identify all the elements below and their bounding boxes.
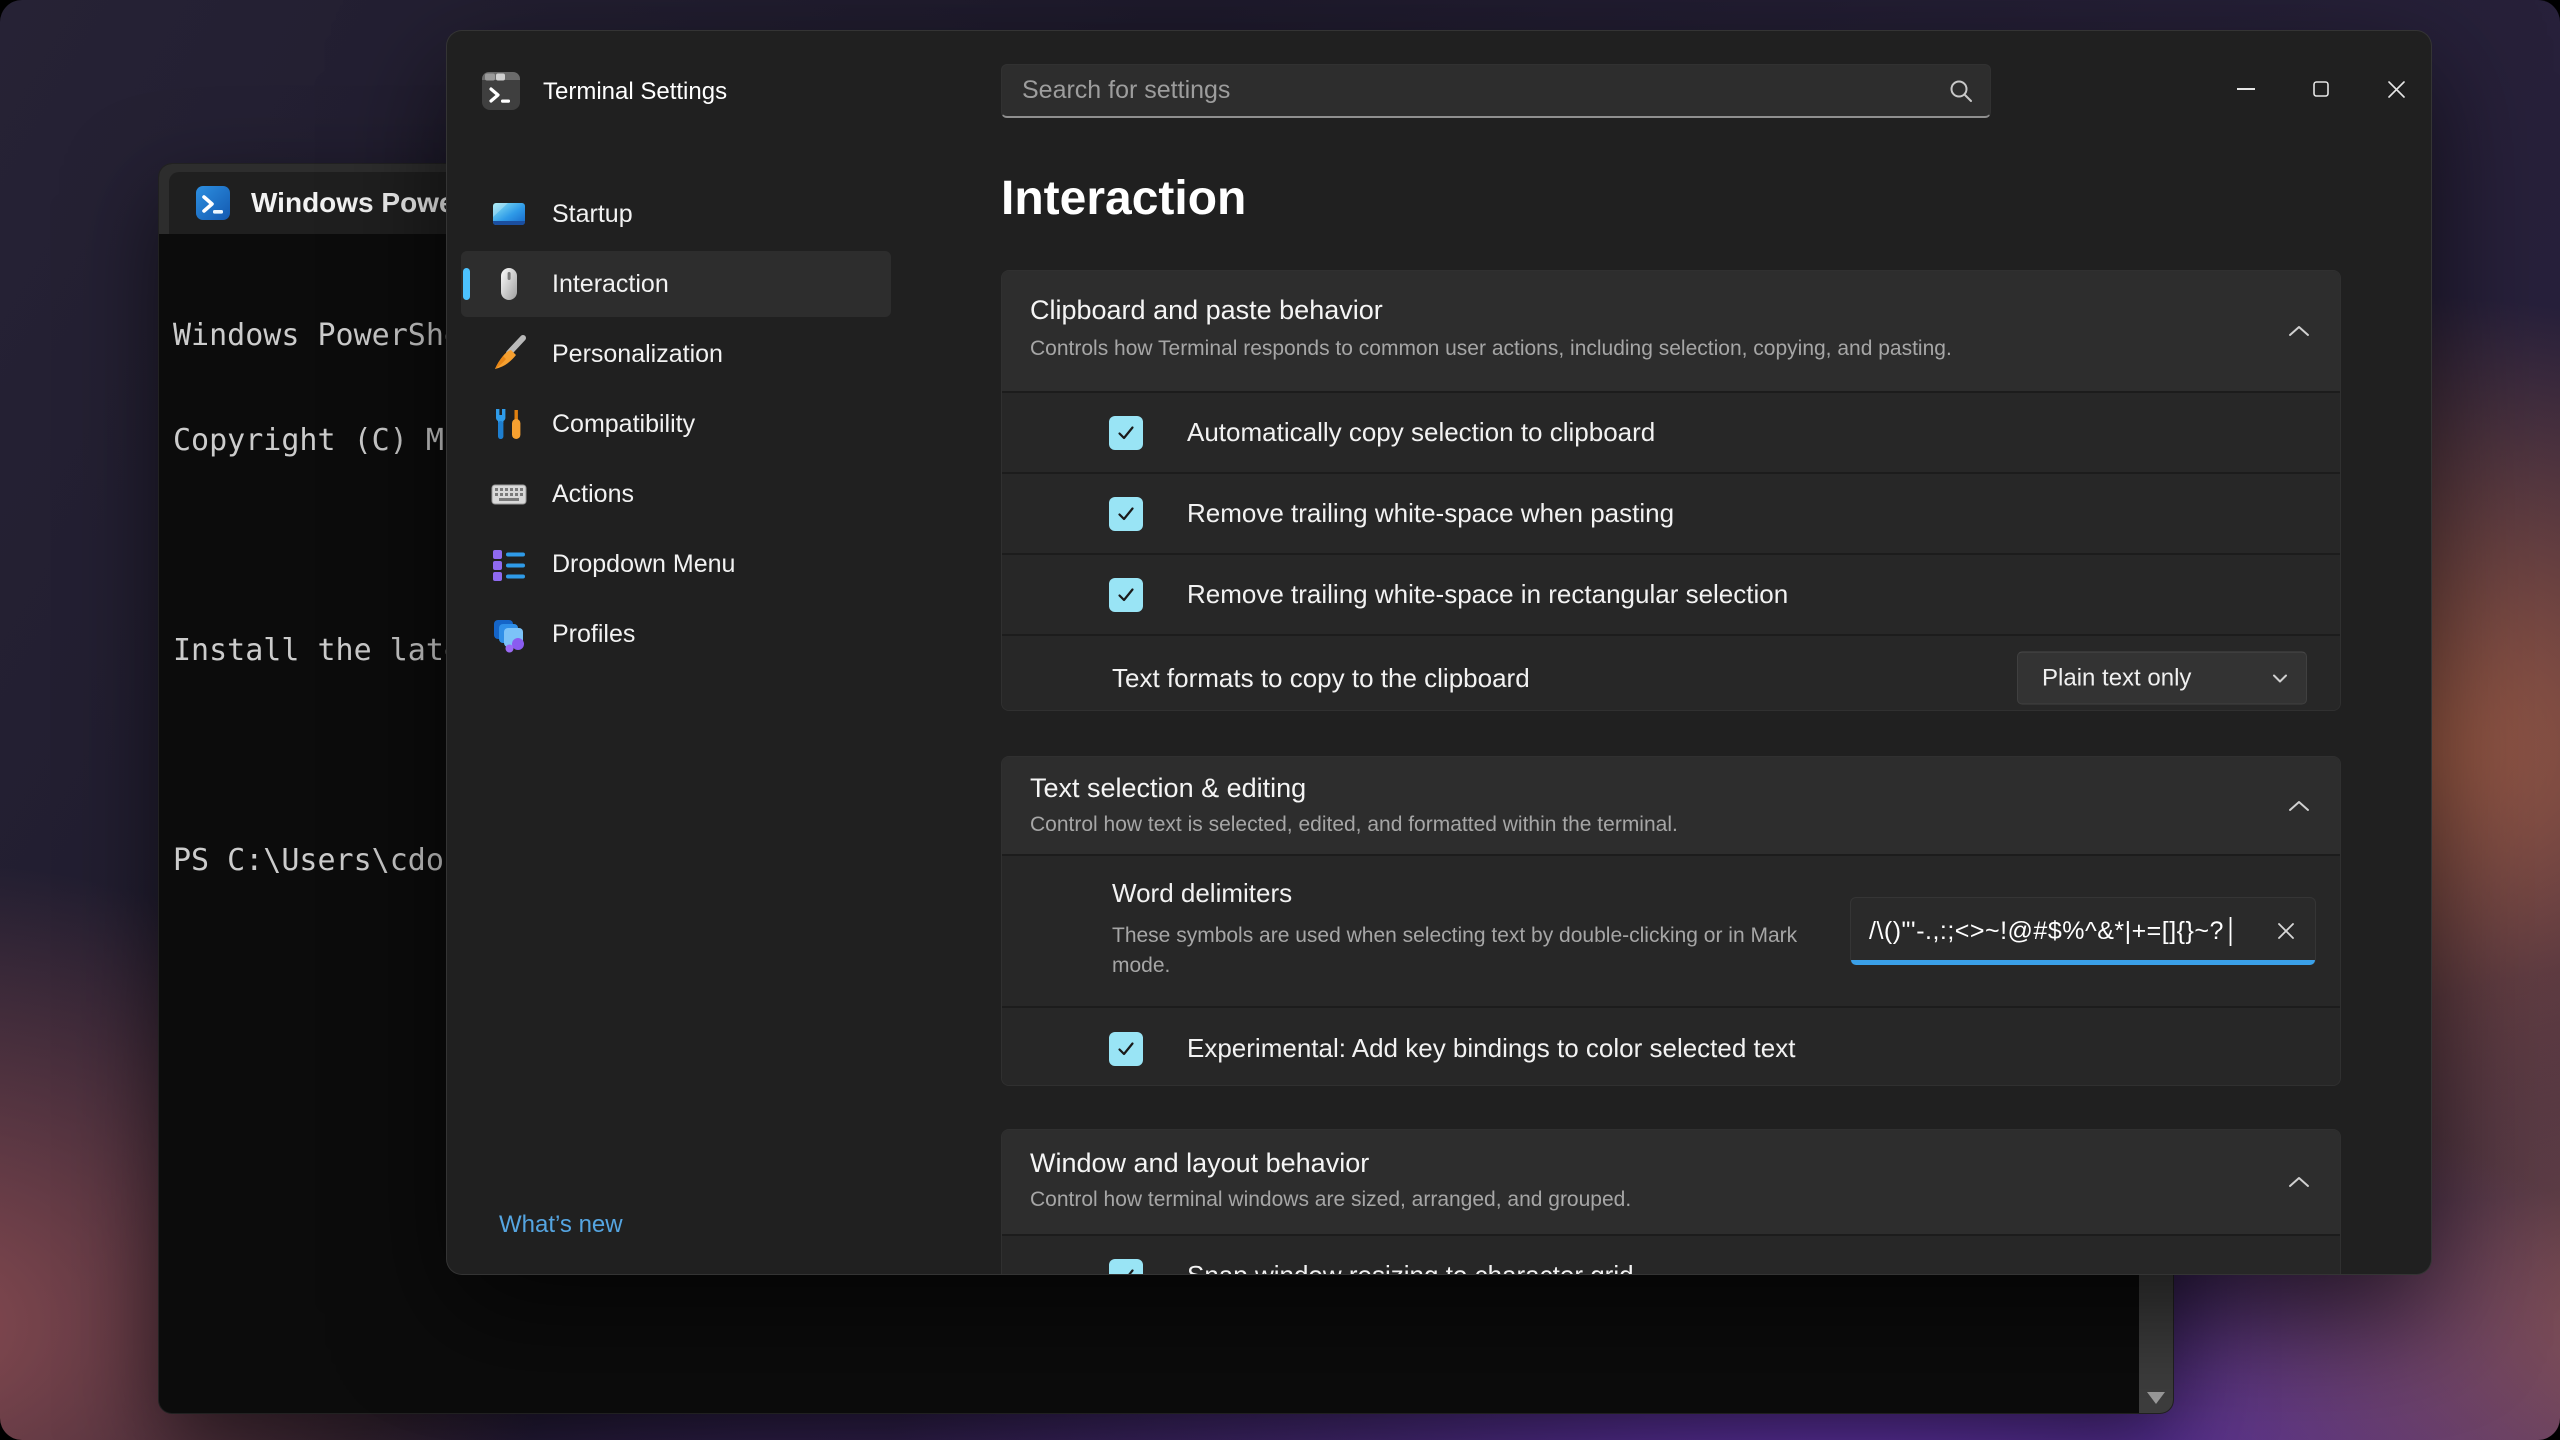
checkbox-checked[interactable]: [1109, 415, 1143, 450]
sidebar-item-dropdown-menu[interactable]: Dropdown Menu: [461, 531, 891, 597]
scroll-down-arrow-icon[interactable]: [2147, 1392, 2165, 1404]
setting-row-trim-paste[interactable]: Remove trailing white-space when pasting: [1002, 472, 2340, 553]
mouse-icon: [501, 268, 517, 300]
sidebar: Startup Interaction Personalization Comp…: [461, 181, 891, 671]
copy-formatting-dropdown[interactable]: Plain text only: [2017, 651, 2307, 705]
section-clipboard: Clipboard and paste behavior Controls ho…: [1001, 270, 2341, 711]
sidebar-item-actions[interactable]: Actions: [461, 461, 891, 527]
setting-label: Text formats to copy to the clipboard: [1112, 662, 1530, 693]
section-title: Text selection & editing: [1030, 773, 1307, 803]
section-title: Window and layout behavior: [1030, 1148, 1370, 1178]
checkbox-checked[interactable]: [1109, 1031, 1143, 1066]
checkmark-icon: [1118, 587, 1134, 601]
section-header-window-layout[interactable]: Window and layout behavior Control how t…: [1002, 1130, 2340, 1234]
setting-row-copy-formatting: Text formats to copy to the clipboard Pl…: [1002, 634, 2340, 710]
chevron-up-icon[interactable]: [2288, 1176, 2310, 1188]
sidebar-item-personalization[interactable]: Personalization: [461, 321, 891, 387]
menu-list-icon: [493, 550, 525, 581]
sidebar-item-profiles[interactable]: Profiles: [461, 601, 891, 667]
section-window-layout: Window and layout behavior Control how t…: [1001, 1129, 2341, 1275]
setting-row-trim-block-selection[interactable]: Remove trailing white-space in rectangul…: [1002, 553, 2340, 634]
main-content: Interaction Clipboard and paste behavior…: [1001, 31, 2341, 1274]
chevron-down-icon: [2273, 674, 2287, 682]
close-button[interactable]: [2364, 66, 2428, 112]
clear-input-icon[interactable]: [2271, 916, 2301, 946]
section-title: Clipboard and paste behavior: [1030, 295, 1383, 325]
desktop: Windows PowerShel Windows PowerShe Copyr…: [0, 0, 2560, 1440]
startup-monitor-icon: [493, 203, 525, 225]
sidebar-item-label: Profiles: [552, 619, 636, 648]
whats-new-link[interactable]: What’s new: [499, 1211, 623, 1239]
setting-row-word-delimiters: Word delimiters These symbols are used w…: [1002, 854, 2340, 1006]
setting-label: Remove trailing white-space in rectangul…: [1187, 579, 1789, 609]
dropdown-selected-value: Plain text only: [2042, 664, 2192, 691]
setting-label: Snap window resizing to character grid: [1187, 1260, 1634, 1275]
paintbrush-icon: [495, 335, 526, 369]
checkbox-checked[interactable]: [1109, 496, 1143, 531]
profiles-stack-icon: [494, 620, 524, 653]
checkmark-icon: [1118, 425, 1134, 439]
sidebar-item-label: Actions: [552, 479, 634, 508]
checkmark-icon: [1127, 1268, 1134, 1274]
section-text-selection: Text selection & editing Control how tex…: [1001, 756, 2341, 1086]
setting-description: These symbols are used when selecting te…: [1112, 924, 1798, 977]
terminal-settings-window: Terminal Settings Search for settings St…: [446, 30, 2432, 1275]
setting-label: Automatically copy selection to clipboar…: [1187, 417, 1656, 447]
tools-icon: [496, 409, 521, 439]
setting-label: Experimental: Add key bindings to color …: [1187, 1033, 1796, 1063]
section-subtitle: Controls how Terminal responds to common…: [1030, 337, 1952, 360]
checkbox-checked[interactable]: [1109, 1258, 1143, 1274]
chevron-up-icon[interactable]: [2288, 800, 2310, 812]
selection-indicator: [463, 268, 470, 300]
setting-row-snap-to-grid[interactable]: Snap window resizing to character grid: [1002, 1234, 2340, 1275]
sidebar-item-label: Dropdown Menu: [552, 549, 736, 578]
section-header-clipboard[interactable]: Clipboard and paste behavior Controls ho…: [1002, 271, 2340, 391]
checkmark-icon: [1118, 1041, 1134, 1055]
setting-row-color-selection[interactable]: Experimental: Add key bindings to color …: [1002, 1006, 2340, 1085]
setting-label: Word delimiters: [1112, 878, 1293, 908]
page-title: Interaction: [1001, 172, 1247, 225]
sidebar-item-label: Interaction: [552, 269, 669, 298]
window-title: Terminal Settings: [543, 78, 728, 105]
sidebar-item-startup[interactable]: Startup: [461, 181, 891, 247]
sidebar-item-interaction[interactable]: Interaction: [461, 251, 891, 317]
setting-label: Remove trailing white-space when pasting: [1187, 498, 1675, 528]
sidebar-item-compatibility[interactable]: Compatibility: [461, 391, 891, 457]
terminal-settings-icon: [482, 72, 520, 110]
word-delimiters-input[interactable]: /\()"'-.,:;<>~!@#$%^&*|+=[]{}~?│: [1850, 897, 2316, 965]
checkbox-checked[interactable]: [1109, 577, 1143, 612]
section-header-text-selection[interactable]: Text selection & editing Control how tex…: [1002, 757, 2340, 854]
close-icon: [2387, 80, 2405, 98]
powershell-icon: [196, 186, 230, 220]
chevron-up-icon[interactable]: [2288, 325, 2310, 337]
section-subtitle: Control how text is selected, edited, an…: [1030, 813, 1678, 836]
section-subtitle: Control how terminal windows are sized, …: [1030, 1188, 1632, 1211]
word-delimiters-value: /\()"'-.,:;<>~!@#$%^&*|+=[]{}~?│: [1869, 916, 2241, 945]
sidebar-item-label: Compatibility: [552, 409, 696, 438]
sidebar-item-label: Personalization: [552, 339, 723, 368]
sidebar-item-label: Startup: [552, 199, 633, 228]
keyboard-icon: [491, 484, 527, 505]
checkmark-icon: [1118, 506, 1134, 520]
setting-row-copy-on-select[interactable]: Automatically copy selection to clipboar…: [1002, 391, 2340, 472]
